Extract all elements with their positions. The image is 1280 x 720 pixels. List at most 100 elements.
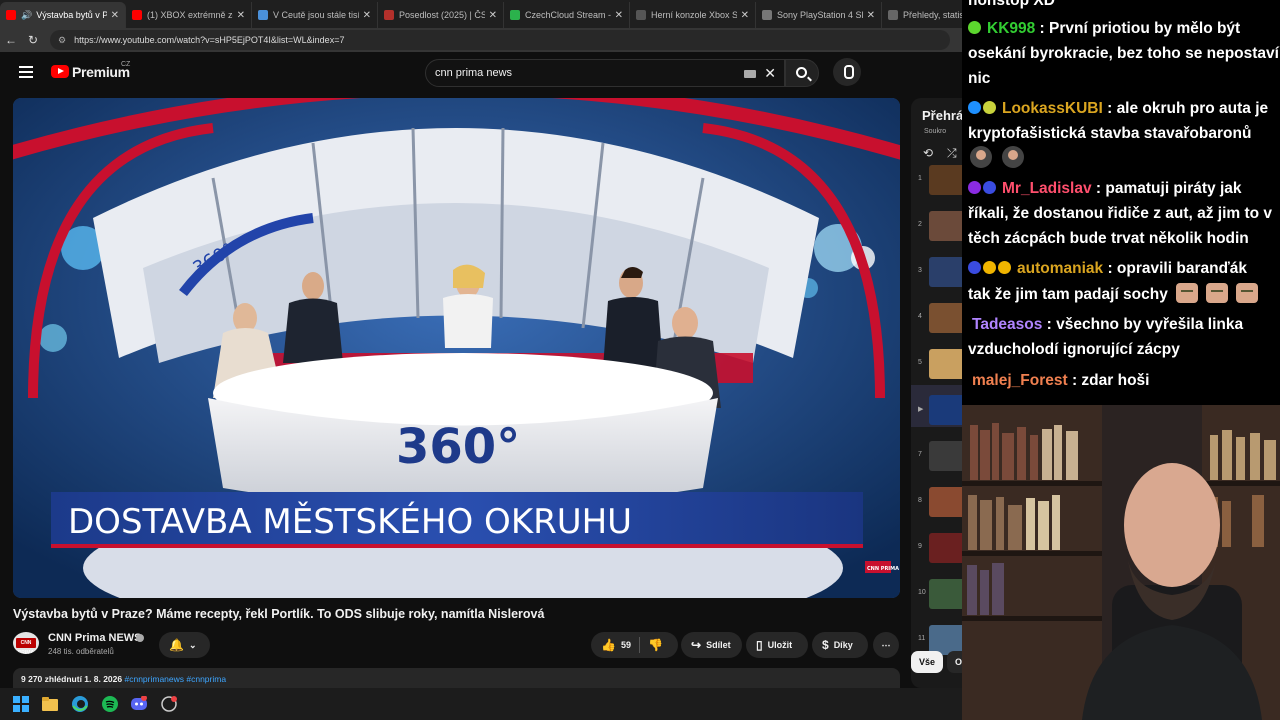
chat-text: nic	[968, 70, 991, 87]
close-tab-icon[interactable]: ✕	[111, 10, 119, 21]
windows-start-icon[interactable]	[13, 696, 29, 712]
spotify-icon[interactable]	[102, 696, 118, 712]
reload-icon[interactable]: ↻	[22, 33, 44, 47]
tab-title: Herní konzole Xbox Seri	[651, 10, 737, 20]
hashtags[interactable]: #cnnprimanews #cnnprima	[124, 674, 226, 684]
playlist-panel: Přehrá Soukro ⟲ ⤮ 1 2 3 4 5 ▶ 7 8 9 10 11	[911, 98, 962, 688]
chat-text-continued: kryptofašistická stavba stavařobaronů	[968, 121, 1280, 146]
playlist-item-thumbnail[interactable]	[929, 303, 962, 333]
playlist-item-index: 9	[918, 543, 922, 550]
chat-text-continued: nic	[968, 66, 1280, 91]
youtube-header: Premium CZ cnn prima news ✕	[0, 52, 962, 94]
chat-badge-icon	[968, 181, 981, 194]
playlist-item-index: 3	[918, 267, 922, 274]
chat-emote-icon	[970, 146, 992, 168]
tab-title: CzechCloud Stream - W	[525, 10, 611, 20]
close-tab-icon[interactable]: ✕	[489, 10, 497, 21]
more-actions-button[interactable]: ⋯	[873, 632, 899, 658]
browser-tab[interactable]: Posedlost (2025) | ČSFD ✕	[378, 2, 504, 28]
lower-third-text: DOSTAVBA MĚSTSKÉHO OKRUHU	[68, 501, 632, 542]
video-player[interactable]: 360° 360° DOSTAVBA MĚSTSKÉHO OKRUHU CNN …	[13, 98, 900, 598]
playlist-item-thumbnail[interactable]	[929, 211, 962, 241]
chat-partial-line: nonstop XD	[968, 0, 1055, 9]
playlist-item-thumbnail[interactable]	[929, 579, 962, 609]
like-count[interactable]: 59	[621, 640, 631, 650]
loop-icon[interactable]: ⟲	[923, 146, 933, 160]
save-button[interactable]: ▯ Uložit	[746, 632, 808, 658]
bell-icon: 🔔	[169, 638, 184, 652]
webcam-feed	[962, 405, 1280, 720]
chat-emote-icon	[1235, 283, 1258, 303]
browser-tab[interactable]: V Ceutě jsou stále tisíce ✕	[252, 2, 378, 28]
file-explorer-icon[interactable]	[42, 696, 58, 712]
thanks-label: Díky	[833, 640, 853, 650]
app-icon[interactable]	[161, 696, 177, 712]
verified-icon	[136, 634, 144, 642]
like-icon[interactable]: 👍	[601, 638, 616, 652]
playlist-item-index: ▶	[918, 406, 924, 413]
tab-favicon-icon	[132, 10, 142, 20]
chat-badge-icon	[983, 101, 996, 114]
chat-text: opravili baranďák	[1116, 260, 1247, 277]
playlist-privacy: Soukro	[924, 128, 947, 135]
browser-tab[interactable]: Herní konzole Xbox Seri ✕	[630, 2, 756, 28]
filter-all-chip[interactable]: Vše	[911, 651, 943, 673]
notifications-button[interactable]: 🔔 ⌄	[159, 632, 210, 658]
browser-tab[interactable]: Přehledy, statisti	[882, 2, 962, 28]
playlist-title[interactable]: Přehrá	[922, 108, 962, 123]
browser-tab[interactable]: (1) XBOX extrémně zdra ✕	[126, 2, 252, 28]
close-tab-icon[interactable]: ✕	[867, 10, 875, 21]
chat-separator: :	[1091, 180, 1106, 197]
site-info-icon[interactable]: ⚙	[58, 35, 66, 46]
playlist-item-thumbnail[interactable]	[929, 395, 962, 425]
streamer-head	[1124, 463, 1220, 587]
chat-badge-icon	[983, 181, 996, 194]
chevron-down-icon: ⌄	[188, 639, 197, 650]
voice-search-icon[interactable]	[833, 58, 861, 86]
dislike-icon[interactable]: 👎	[648, 638, 663, 652]
chat-emote-icon	[1002, 146, 1024, 168]
keyboard-icon[interactable]	[744, 70, 756, 78]
clear-search-icon[interactable]: ✕	[764, 65, 776, 82]
playlist-item-thumbnail[interactable]	[929, 533, 962, 563]
back-icon[interactable]: ←	[0, 33, 22, 47]
search-input[interactable]: cnn prima news ✕	[425, 59, 785, 87]
search-button[interactable]	[785, 59, 819, 87]
playlist-item-thumbnail[interactable]	[929, 165, 962, 195]
url-field[interactable]: ⚙ https://www.youtube.com/watch?v=sHP5Ej…	[50, 30, 950, 50]
playlist-item-thumbnail[interactable]	[929, 257, 962, 287]
chat-separator: :	[1102, 100, 1117, 117]
playlist-item-thumbnail[interactable]	[929, 441, 962, 471]
edge-browser-icon[interactable]	[72, 696, 88, 712]
chat-text: pamatuji piráty jak	[1105, 180, 1242, 197]
close-tab-icon[interactable]: ✕	[741, 10, 749, 21]
youtube-logo-icon[interactable]	[51, 65, 69, 78]
video-title: Výstavba bytů v Praze? Máme recepty, řek…	[13, 607, 545, 621]
share-button[interactable]: ↪ Sdílet	[681, 632, 742, 658]
browser-tab[interactable]: Sony PlayStation 4 Slim ✕	[756, 2, 882, 28]
shuffle-icon[interactable]: ⤮	[947, 146, 957, 161]
channel-name[interactable]: CNN Prima NEWS	[48, 632, 142, 644]
close-tab-icon[interactable]: ✕	[363, 10, 371, 21]
description-box[interactable]: 9 270 zhlédnutí 1. 8. 2026 #cnnprimanews…	[13, 668, 900, 688]
like-dislike-group: 👍 59 👎	[591, 632, 678, 658]
chat-message: malej_Forest : zdar hoši	[968, 368, 1280, 393]
thanks-button[interactable]: $ Díky	[812, 632, 868, 658]
close-tab-icon[interactable]: ✕	[237, 10, 245, 21]
tab-audio-icon[interactable]: 🔊	[21, 10, 32, 21]
chat-text: kryptofašistická stavba stavařobaronů	[968, 125, 1252, 142]
search-query: cnn prima news	[435, 67, 513, 79]
playlist-item-thumbnail[interactable]	[929, 487, 962, 517]
close-tab-icon[interactable]: ✕	[615, 10, 623, 21]
chat-emote-row	[968, 146, 1280, 172]
channel-avatar[interactable]: CNN PRIMA	[13, 632, 39, 654]
chat-message: Tadeasos : všechno by vyřešila linka	[968, 312, 1280, 337]
browser-tab[interactable]: CzechCloud Stream - W ✕	[504, 2, 630, 28]
playlist-item-thumbnail[interactable]	[929, 349, 962, 379]
discord-icon[interactable]	[131, 696, 147, 712]
tab-title: Sony PlayStation 4 Slim	[777, 10, 863, 20]
taskbar	[0, 688, 962, 720]
menu-icon[interactable]	[19, 66, 33, 78]
browser-tab[interactable]: 🔊 Výstavba bytů v Praz ✕	[0, 2, 126, 28]
playlist-item-index: 5	[918, 359, 922, 366]
